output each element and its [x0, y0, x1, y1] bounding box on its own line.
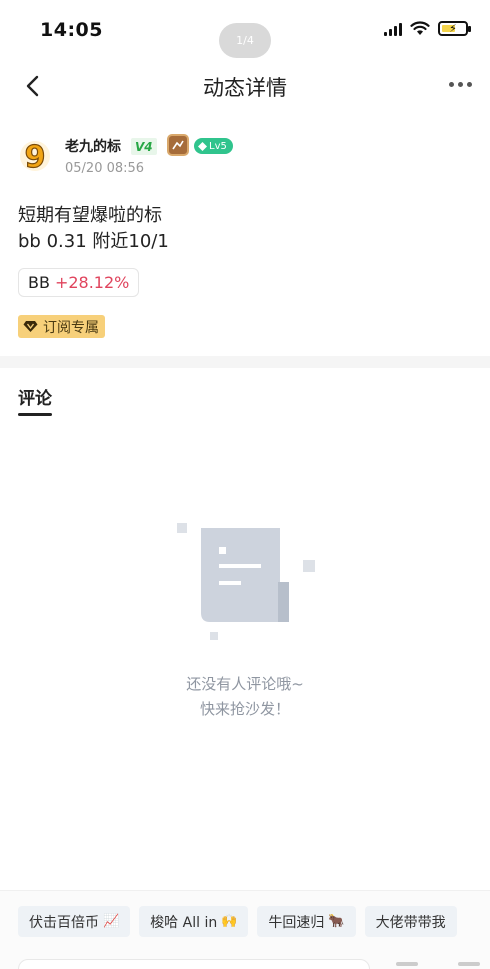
- post-text-line: bb 0.31 附近10/1: [18, 231, 169, 252]
- status-icons: ⚡: [384, 21, 471, 36]
- quick-reply-bar: 伏击百倍币 📈 梭哈 All in 🙌 牛回速归 🐂 大佬带带我: [0, 890, 490, 969]
- level-diamond-icon: [198, 141, 207, 151]
- empty-message-line: 快来抢沙发！: [199, 700, 290, 718]
- page-indicator: 1/4: [219, 23, 271, 58]
- post-author: 9 老九的标 V4 Lv5 05/20 08:56: [18, 134, 478, 184]
- cellular-signal-icon: [384, 22, 402, 36]
- post-content: 短期有望爆啦的标 bb 0.31 附近10/1: [18, 203, 169, 255]
- quick-reply-list: 伏击百倍币 📈 梭哈 All in 🙌 牛回速归 🐂 大佬带带我: [18, 906, 457, 937]
- top-nav-bar: 动态详情: [0, 60, 490, 112]
- bottom-action-icons: [396, 962, 480, 966]
- status-bar: 14:05 1/4 ⚡: [0, 0, 490, 58]
- empty-comments-message: 还没有人评论哦~ 快来抢沙发！: [0, 672, 490, 722]
- chip-label: 伏击百倍币: [29, 914, 99, 931]
- battery-icon: ⚡: [438, 21, 471, 36]
- post-timestamp: 05/20 08:56: [65, 161, 145, 176]
- status-time: 14:05: [40, 19, 103, 41]
- level-badge: Lv5: [194, 138, 233, 154]
- post-text-line: 短期有望爆啦的标: [18, 205, 162, 226]
- chip-label: 大佬带带我: [375, 914, 446, 931]
- subscription-label: 订阅专属: [43, 319, 99, 336]
- avatar[interactable]: 9: [18, 138, 52, 176]
- coin-price-tag[interactable]: BB +28.12%: [18, 268, 140, 297]
- diamond-icon: [23, 320, 38, 333]
- raised-hands-icon: 🙌: [221, 914, 238, 929]
- tab-active-indicator: [18, 413, 52, 416]
- share-icon[interactable]: [458, 962, 480, 966]
- coin-symbol: BB: [28, 273, 50, 292]
- author-name[interactable]: 老九的标: [65, 136, 121, 156]
- empty-message-line: 还没有人评论哦~: [186, 675, 304, 693]
- avatar-glyph: 9: [25, 140, 46, 174]
- quick-reply-chip[interactable]: 梭哈 All in 🙌: [139, 906, 249, 937]
- more-options-icon[interactable]: [449, 82, 472, 87]
- chip-label: 牛回速归: [268, 914, 325, 931]
- coin-change: +28.12%: [54, 273, 130, 292]
- like-icon[interactable]: [396, 962, 418, 966]
- rank-badge-icon: [167, 134, 189, 156]
- quick-reply-chip[interactable]: 牛回速归 🐂: [257, 906, 356, 937]
- section-divider: [0, 356, 490, 368]
- empty-comments-icon: [174, 520, 320, 642]
- charging-bolt-icon: ⚡: [449, 22, 457, 35]
- wifi-icon: [410, 21, 430, 35]
- quick-reply-chip[interactable]: 伏击百倍币 📈: [18, 906, 131, 937]
- comment-input[interactable]: [18, 959, 370, 969]
- subscription-tag: 订阅专属: [18, 315, 105, 338]
- vip-badge: V4: [131, 138, 157, 155]
- tab-comments[interactable]: 评论: [18, 384, 52, 409]
- quick-reply-chip[interactable]: 大佬带带我: [364, 906, 457, 937]
- level-badge-label: Lv5: [209, 140, 227, 152]
- chip-label: 梭哈 All in: [150, 914, 218, 931]
- ox-icon: 🐂: [328, 914, 345, 929]
- chart-up-icon: 📈: [103, 914, 120, 929]
- page-title: 动态详情: [203, 76, 287, 100]
